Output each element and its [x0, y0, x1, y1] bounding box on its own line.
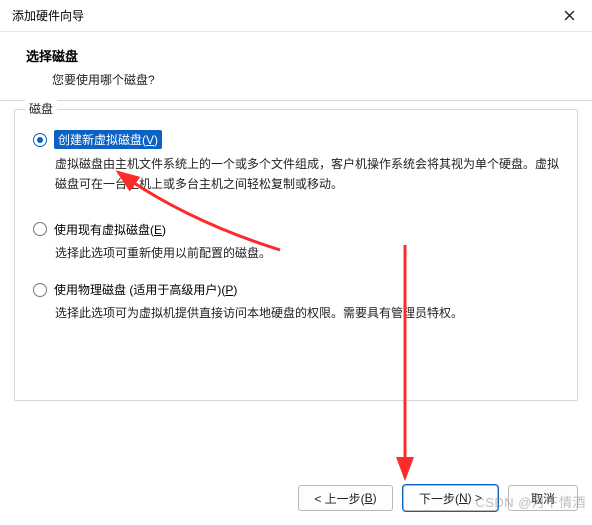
- next-button[interactable]: 下一步(N) >: [403, 485, 498, 511]
- option-physical-disk[interactable]: 使用物理磁盘 (适用于高级用户)(P) 选择此选项可为虚拟机提供直接访问本地硬盘…: [33, 281, 559, 324]
- fieldset-legend: 磁盘: [25, 100, 57, 117]
- option-use-existing-disk[interactable]: 使用现有虚拟磁盘(E) 选择此选项可重新使用以前配置的磁盘。: [33, 221, 559, 264]
- option-existing-label: 使用现有虚拟磁盘(E): [54, 221, 166, 238]
- option-existing-desc: 选择此选项可重新使用以前配置的磁盘。: [55, 244, 559, 264]
- page-subtitle: 您要使用哪个磁盘?: [26, 71, 578, 88]
- cancel-button[interactable]: 取消: [508, 485, 578, 511]
- radio-physical[interactable]: [33, 283, 47, 297]
- disk-fieldset: 磁盘 创建新虚拟磁盘(V) 虚拟磁盘由主机文件系统上的一个或多个文件组成，客户机…: [14, 109, 578, 401]
- option-create-label: 创建新虚拟磁盘(V): [54, 130, 162, 149]
- page-title: 选择磁盘: [26, 46, 578, 65]
- titlebar: 添加硬件向导: [0, 0, 592, 32]
- option-create-new-disk[interactable]: 创建新虚拟磁盘(V) 虚拟磁盘由主机文件系统上的一个或多个文件组成，客户机操作系…: [33, 130, 559, 195]
- footer-buttons: < 上一步(B) 下一步(N) > 取消: [298, 485, 578, 511]
- close-icon[interactable]: [556, 6, 582, 26]
- window-title: 添加硬件向导: [12, 7, 84, 24]
- back-button[interactable]: < 上一步(B): [298, 485, 393, 511]
- content-area: 磁盘 创建新虚拟磁盘(V) 虚拟磁盘由主机文件系统上的一个或多个文件组成，客户机…: [0, 101, 592, 401]
- option-physical-desc: 选择此选项可为虚拟机提供直接访问本地硬盘的权限。需要具有管理员特权。: [55, 304, 559, 324]
- option-create-desc: 虚拟磁盘由主机文件系统上的一个或多个文件组成，客户机操作系统会将其视为单个硬盘。…: [55, 155, 559, 195]
- option-physical-label: 使用物理磁盘 (适用于高级用户)(P): [54, 281, 237, 298]
- radio-use-existing[interactable]: [33, 222, 47, 236]
- wizard-header: 选择磁盘 您要使用哪个磁盘?: [0, 32, 592, 100]
- radio-create-new[interactable]: [33, 133, 47, 147]
